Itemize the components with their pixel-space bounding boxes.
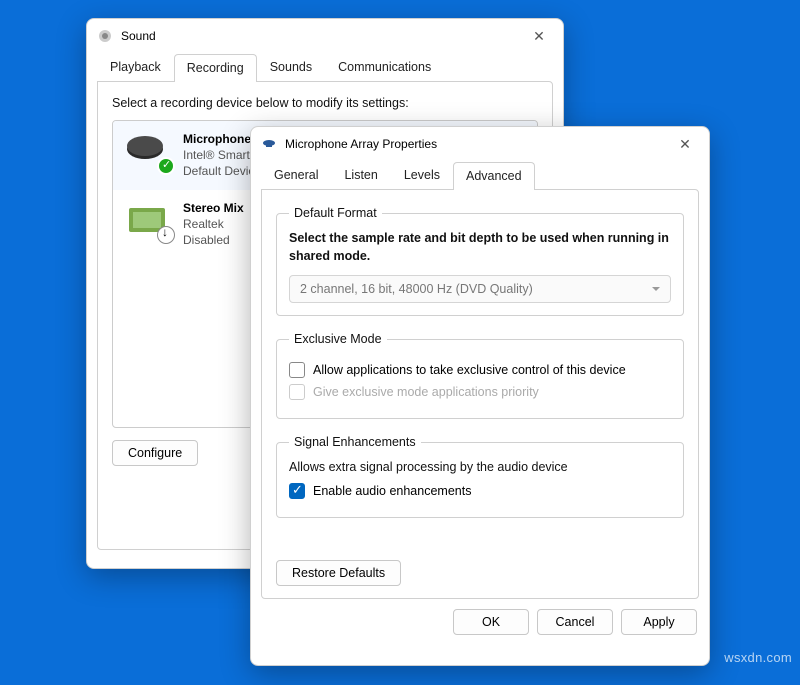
- default-format-desc: Select the sample rate and bit depth to …: [289, 230, 671, 265]
- exclusive-priority-checkbox: Give exclusive mode applications priorit…: [289, 384, 671, 400]
- tab-recording[interactable]: Recording: [174, 54, 257, 82]
- exclusive-priority-label: Give exclusive mode applications priorit…: [313, 385, 539, 399]
- dialog-footer: OK Cancel Apply: [251, 609, 709, 647]
- soundcard-device-icon: [123, 200, 173, 242]
- enable-enhancements-label: Enable audio enhancements: [313, 484, 471, 498]
- sound-close-button[interactable]: ✕: [521, 23, 557, 49]
- device-state: Disabled: [183, 232, 244, 248]
- watermark-text: wsxdn.com: [724, 650, 792, 665]
- sound-tabs: Playback Recording Sounds Communications: [87, 53, 563, 81]
- checkbox-icon: [289, 362, 305, 378]
- speaker-icon: [97, 28, 113, 44]
- props-tabs: General Listen Levels Advanced: [251, 161, 709, 189]
- enable-enhancements-checkbox[interactable]: Enable audio enhancements: [289, 483, 671, 499]
- configure-button[interactable]: Configure: [112, 440, 198, 466]
- tab-playback[interactable]: Playback: [97, 53, 174, 81]
- tab-general[interactable]: General: [261, 161, 331, 189]
- format-dropdown[interactable]: 2 channel, 16 bit, 48000 Hz (DVD Quality…: [289, 275, 671, 303]
- restore-defaults-button[interactable]: Restore Defaults: [276, 560, 401, 586]
- sound-title: Sound: [121, 29, 521, 43]
- props-tab-body: Default Format Select the sample rate an…: [261, 189, 699, 599]
- device-sub: Realtek: [183, 216, 244, 232]
- signal-legend: Signal Enhancements: [289, 435, 421, 449]
- close-icon: ✕: [679, 136, 691, 153]
- arrow-down-badge-icon: [157, 226, 175, 244]
- microphone-icon: [261, 136, 277, 152]
- signal-desc: Allows extra signal processing by the au…: [289, 459, 671, 477]
- exclusive-mode-group: Exclusive Mode Allow applications to tak…: [276, 332, 684, 419]
- exclusive-mode-legend: Exclusive Mode: [289, 332, 387, 346]
- tab-advanced[interactable]: Advanced: [453, 162, 535, 190]
- device-name: Stereo Mix: [183, 200, 244, 216]
- props-title: Microphone Array Properties: [285, 137, 667, 151]
- tab-sounds[interactable]: Sounds: [257, 53, 325, 81]
- signal-enhancements-group: Signal Enhancements Allows extra signal …: [276, 435, 684, 518]
- allow-exclusive-label: Allow applications to take exclusive con…: [313, 363, 626, 377]
- checkbox-icon: [289, 384, 305, 400]
- sound-titlebar[interactable]: Sound ✕: [87, 19, 563, 53]
- default-format-group: Default Format Select the sample rate an…: [276, 206, 684, 316]
- tab-communications[interactable]: Communications: [325, 53, 444, 81]
- props-close-button[interactable]: ✕: [667, 131, 703, 157]
- cancel-button[interactable]: Cancel: [537, 609, 613, 635]
- allow-exclusive-checkbox[interactable]: Allow applications to take exclusive con…: [289, 362, 671, 378]
- recording-instruction: Select a recording device below to modif…: [112, 96, 538, 110]
- ok-button[interactable]: OK: [453, 609, 529, 635]
- tab-listen[interactable]: Listen: [331, 161, 390, 189]
- checkbox-checked-icon: [289, 483, 305, 499]
- close-icon: ✕: [533, 28, 545, 45]
- default-format-legend: Default Format: [289, 206, 382, 220]
- apply-button[interactable]: Apply: [621, 609, 697, 635]
- mic-properties-window: Microphone Array Properties ✕ General Li…: [250, 126, 710, 666]
- microphone-device-icon: [123, 131, 173, 173]
- tab-levels[interactable]: Levels: [391, 161, 453, 189]
- checkmark-badge-icon: [157, 157, 175, 175]
- props-titlebar[interactable]: Microphone Array Properties ✕: [251, 127, 709, 161]
